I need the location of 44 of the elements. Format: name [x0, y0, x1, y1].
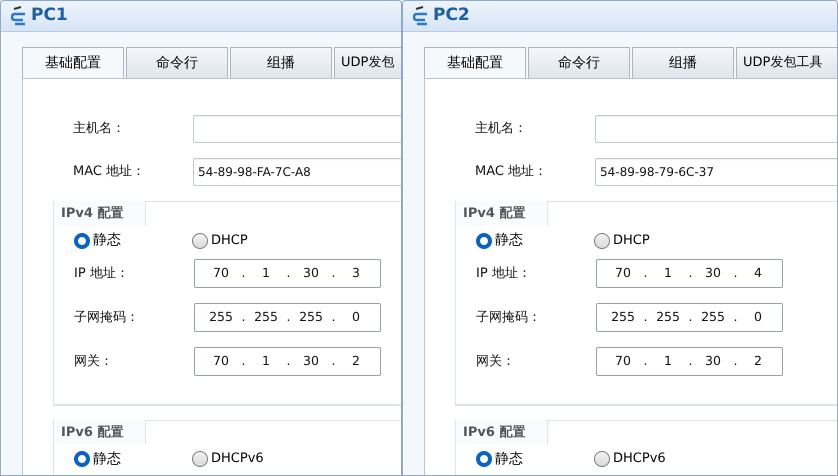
field-label: IP 地址：: [74, 264, 130, 283]
field-label: 网关：: [476, 352, 516, 371]
group-title: IPv6 配置: [54, 420, 146, 444]
radio-option[interactable]: DHCPv6: [594, 449, 712, 469]
tab[interactable]: 命令行: [126, 47, 228, 78]
group-title: IPv4 配置: [54, 201, 146, 226]
window-title: PC2: [433, 4, 470, 28]
field-label: MAC 地址：: [475, 163, 548, 182]
tab[interactable]: 基础配置: [424, 47, 526, 78]
mac-address-field[interactable]: 54-89-98-79-6C-37: [595, 158, 837, 186]
tab[interactable]: 组播: [230, 47, 332, 78]
network-cable-icon: [413, 6, 429, 26]
tab[interactable]: UDP发包工具: [736, 47, 837, 78]
radio-option[interactable]: 静态: [476, 230, 594, 251]
tab[interactable]: UDP发包: [334, 47, 401, 78]
field-label: IP 地址：: [476, 264, 532, 283]
radio-option[interactable]: 静态: [74, 230, 192, 251]
radio-option[interactable]: 静态: [476, 448, 594, 470]
field-label: MAC 地址：: [73, 163, 146, 182]
group-title: IPv6 配置: [456, 420, 548, 444]
radio-option[interactable]: DHCPv6: [192, 449, 310, 469]
hostname-field[interactable]: [193, 115, 401, 143]
ip-input-field[interactable]: 70 . 1 . 30 . 4: [596, 259, 783, 288]
ip-input-field[interactable]: 70 . 1 . 30 . 2: [194, 347, 381, 376]
mac-address-field[interactable]: 54-89-98-FA-7C-A8: [193, 158, 401, 186]
window-title: PC1: [31, 4, 68, 28]
field-label: 主机名：: [475, 120, 528, 138]
hostname-field[interactable]: [595, 115, 837, 143]
radio-option[interactable]: DHCP: [594, 230, 712, 250]
group-title: IPv4 配置: [456, 201, 548, 226]
network-cable-icon: [11, 6, 27, 26]
field-label: 子网掩码：: [74, 308, 140, 327]
radio-option[interactable]: DHCP: [192, 230, 310, 250]
tab[interactable]: 组播: [632, 47, 734, 78]
tab[interactable]: 基础配置: [22, 47, 124, 78]
ip-input-field[interactable]: 255 . 255 . 255 . 0: [194, 303, 381, 332]
ip-input-field[interactable]: 70 . 1 . 30 . 2: [596, 347, 783, 376]
field-label: 子网掩码：: [476, 308, 542, 327]
field-label: 网关：: [74, 352, 114, 371]
radio-option[interactable]: 静态: [74, 448, 192, 470]
ip-input-field[interactable]: 70 . 1 . 30 . 3: [194, 259, 381, 288]
tab[interactable]: 命令行: [528, 47, 630, 78]
ip-input-field[interactable]: 255 . 255 . 255 . 0: [596, 303, 783, 332]
field-label: 主机名：: [73, 120, 126, 138]
